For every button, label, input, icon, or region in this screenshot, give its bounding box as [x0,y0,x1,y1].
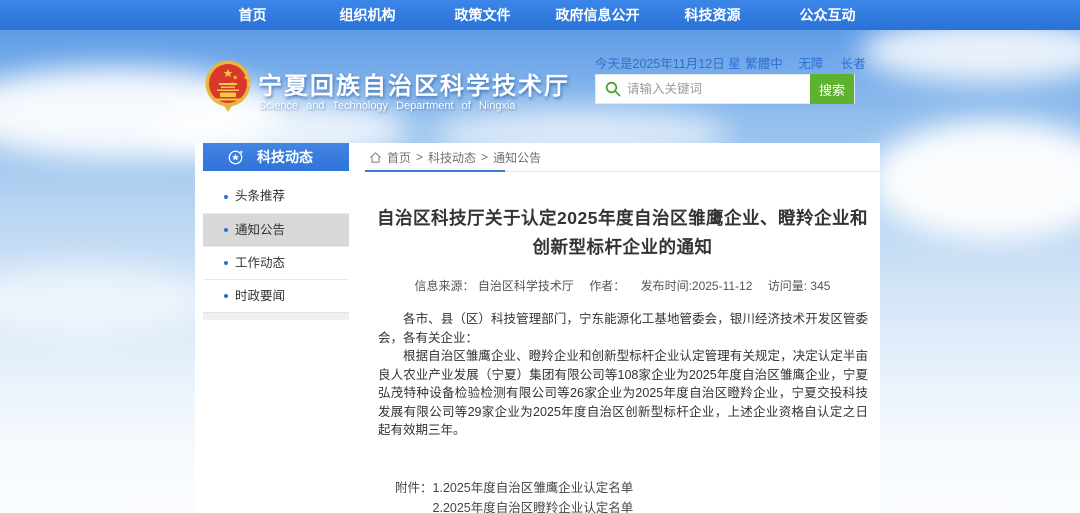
top-nav-bar: 首页 组织机构 政策文件 政府信息公开 科技资源 公众互动 [0,0,1080,30]
sidebar-item-work-updates[interactable]: 工作动态 [203,246,349,279]
sidebar-item-notices[interactable]: 通知公告 [203,213,349,246]
sidebar: 科技动态 头条推荐 通知公告 工作动态 时政要闻 [203,143,349,320]
search-icon [605,81,621,97]
sidebar-item-label: 通知公告 [235,214,285,247]
search-button[interactable]: 搜索 [810,74,854,104]
nav-item-home[interactable]: 首页 [195,0,310,30]
browser-page: 首页 组织机构 政策文件 政府信息公开 科技资源 公众互动 宁夏回族自治区科学技… [0,0,1080,513]
sidebar-title: 科技动态 [257,147,313,167]
article-paragraph: 各市、县（区）科技管理部门，宁东能源化工基地管委会，银川经济技术开发区管委会，各… [378,310,868,347]
nav-item-resources[interactable]: 科技资源 [655,0,770,30]
cloud-decoration [0,265,210,335]
nav-item-policy[interactable]: 政策文件 [425,0,540,30]
bullet-dot-icon [224,195,228,199]
sidebar-header: 科技动态 [203,143,349,171]
breadcrumb: 首页 > 科技动态 > 通知公告 [365,143,880,172]
nav-item-interaction[interactable]: 公众互动 [770,0,885,30]
article-title: 自治区科技厅关于认定2025年度自治区雏鹰企业、瞪羚企业和创新型标杆企业的通知 [377,204,868,262]
attachment-link[interactable]: 2.2025年度自治区瞪羚企业认定名单 [433,498,671,513]
bullet-dot-icon [224,228,228,232]
site-subtitle: Science and Technology Department of Nin… [259,100,533,112]
sidebar-item-label: 时政要闻 [235,280,285,313]
meta-publish-date: 发布时间:2025-11-12 [641,279,753,293]
search-input[interactable] [627,76,810,102]
breadcrumb-separator: > [416,150,423,164]
site-title: 宁夏回族自治区科学技术厅 [258,66,570,101]
article-paragraph: 根据自治区雏鹰企业、瞪羚企业和创新型标杆企业认定管理有关规定，决定认定半亩良人农… [378,347,868,440]
attachment-link[interactable]: 1.2025年度自治区雏鹰企业认定名单 [433,478,671,499]
national-emblem-icon [205,60,251,113]
breadcrumb-tech-news[interactable]: 科技动态 [428,149,476,166]
nav-item-organization[interactable]: 组织机构 [310,0,425,30]
meta-author: 作者： [589,279,625,293]
attachments-list: 1.2025年度自治区雏鹰企业认定名单 2.2025年度自治区瞪羚企业认定名单 … [433,478,671,513]
breadcrumb-home[interactable]: 首页 [387,149,411,166]
home-icon [369,151,382,164]
meta-visit-count: 访问量: 345 [768,279,831,293]
sidebar-item-label: 头条推荐 [235,180,285,213]
site-logo[interactable] [205,60,251,113]
article-meta: 信息来源： 自治区科学技术厅 作者： 发布时间:2025-11-12 访问量: … [365,277,880,294]
sidebar-item-political-news[interactable]: 时政要闻 [203,279,349,312]
cloud-decoration [870,120,1080,240]
sidebar-footer-strip [203,312,349,320]
bullet-dot-icon [224,261,228,265]
breadcrumb-notices[interactable]: 通知公告 [493,149,541,166]
sidebar-list: 头条推荐 通知公告 工作动态 时政要闻 [203,171,349,312]
sidebar-item-label: 工作动态 [235,247,285,280]
star-circle-icon [227,149,244,166]
breadcrumb-separator: > [481,150,488,164]
search-bar: 搜索 [595,74,855,104]
attachments-block: 附件： 1.2025年度自治区雏鹰企业认定名单 2.2025年度自治区瞪羚企业认… [395,478,880,513]
bullet-dot-icon [224,294,228,298]
content-panel: 科技动态 头条推荐 通知公告 工作动态 时政要闻 [195,143,880,513]
nav-item-gov-info[interactable]: 政府信息公开 [540,0,655,30]
article-area: 首页 > 科技动态 > 通知公告 自治区科技厅关于认定2025年度自治区雏鹰企业… [365,143,880,513]
sidebar-item-headlines[interactable]: 头条推荐 [203,180,349,213]
top-nav-menu: 首页 组织机构 政策文件 政府信息公开 科技资源 公众互动 [195,0,885,30]
meta-source: 信息来源： 自治区科学技术厅 [415,279,574,293]
article-body: 各市、县（区）科技管理部门，宁东能源化工基地管委会，银川经济技术开发区管委会，各… [378,310,868,440]
attachments-label: 附件： [395,478,433,513]
